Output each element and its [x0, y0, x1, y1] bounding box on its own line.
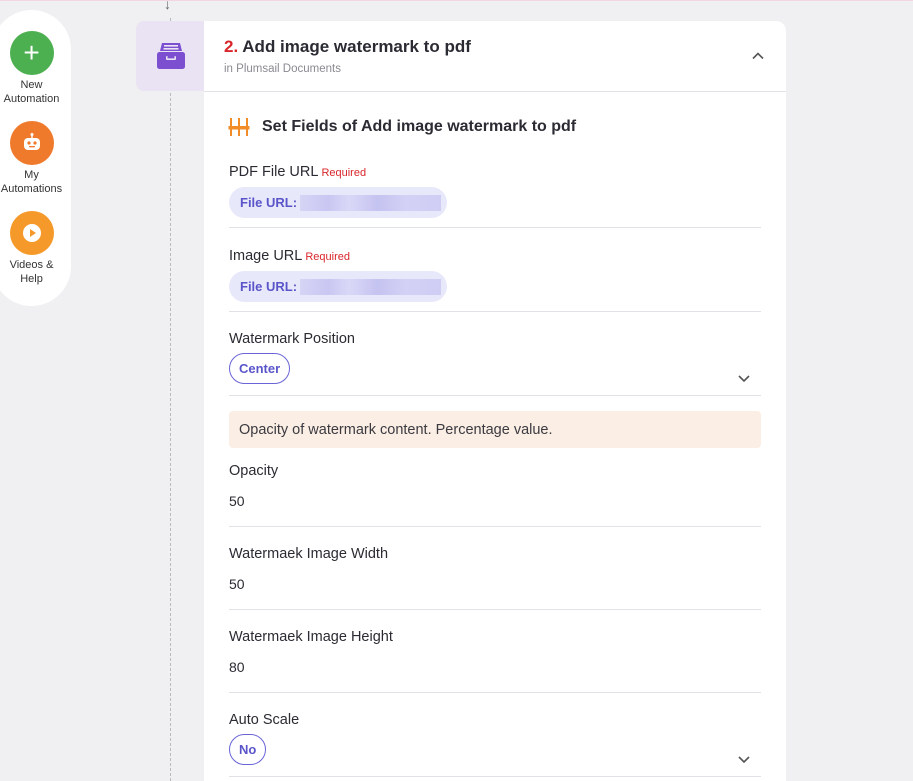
- chip-label: File URL:: [240, 279, 298, 294]
- auto-scale-label: Auto Scale: [229, 712, 300, 728]
- watermark-height-input[interactable]: 80: [229, 659, 761, 675]
- my-automations-label: My Automations: [0, 169, 63, 195]
- chevron-down-icon[interactable]: [737, 752, 751, 766]
- opacity-hint: Opacity of watermark content. Percentage…: [229, 411, 761, 448]
- watermark-width-input[interactable]: 50: [229, 576, 761, 592]
- section-title-text: Set Fields of Add image watermark to pdf: [262, 118, 577, 135]
- chip-label: File URL:: [240, 195, 298, 210]
- opacity-label: Opacity: [229, 463, 279, 479]
- image-url-field: Image URL Required File URL:: [229, 247, 761, 312]
- watermark-height-label: Watermaek Image Height: [229, 629, 393, 645]
- play-icon: [9, 211, 54, 255]
- pdf-file-url-label: PDF File URL: [229, 164, 319, 180]
- required-badge: Required: [305, 251, 350, 263]
- step-number: 2.: [224, 37, 239, 56]
- watermark-width-label: Watermaek Image Width: [229, 546, 389, 562]
- watermark-position-field[interactable]: Watermark Position Center: [229, 331, 761, 396]
- step-subtitle: in Plumsail Documents: [224, 63, 341, 75]
- sliders-icon: [228, 118, 250, 136]
- required-badge: Required: [321, 167, 367, 179]
- step-title: 2. Add image watermark to pdf: [224, 37, 786, 57]
- pdf-file-url-chip[interactable]: File URL:: [229, 187, 448, 218]
- archive-drawer-icon: [157, 43, 185, 69]
- step-card: 2. Add image watermark to pdf in Plumsai…: [204, 21, 786, 781]
- top-divider: [0, 0, 913, 1]
- arrow-down-icon: ↓: [164, 0, 171, 12]
- chevron-down-icon[interactable]: [737, 371, 751, 385]
- videos-help-button[interactable]: Videos & Help: [0, 211, 63, 286]
- side-nav: + New Automation My Automations Videos &…: [0, 10, 71, 306]
- redacted-value: [300, 278, 442, 295]
- app-icon-tile: [136, 21, 206, 91]
- videos-help-label: Videos & Help: [9, 259, 54, 285]
- image-url-chip[interactable]: File URL:: [229, 271, 448, 302]
- chevron-up-icon: [752, 52, 764, 60]
- opacity-field[interactable]: Opacity 50: [229, 463, 761, 527]
- image-url-label: Image URL: [229, 248, 303, 264]
- watermark-position-value[interactable]: Center: [229, 353, 291, 384]
- new-automation-button[interactable]: + New Automation: [0, 31, 63, 106]
- step-title-text: Add image watermark to pdf: [242, 37, 471, 56]
- my-automations-button[interactable]: My Automations: [0, 121, 63, 196]
- watermark-width-field[interactable]: Watermaek Image Width 50: [229, 546, 761, 610]
- robot-icon: [9, 121, 54, 165]
- auto-scale-field[interactable]: Auto Scale No: [229, 712, 761, 777]
- new-automation-label: New Automation: [3, 79, 60, 105]
- redacted-value: [300, 194, 442, 211]
- step-header[interactable]: 2. Add image watermark to pdf in Plumsai…: [204, 21, 786, 92]
- auto-scale-value[interactable]: No: [229, 734, 267, 765]
- watermark-height-field[interactable]: Watermaek Image Height 80: [229, 629, 761, 693]
- flow-connector: [170, 18, 171, 781]
- opacity-input[interactable]: 50: [229, 493, 761, 509]
- pdf-file-url-field: PDF File URL Required File URL:: [229, 163, 761, 228]
- section-title: Set Fields of Add image watermark to pdf: [228, 117, 576, 137]
- plus-icon: +: [9, 31, 54, 75]
- watermark-position-label: Watermark Position: [229, 331, 355, 347]
- collapse-button[interactable]: [750, 48, 766, 64]
